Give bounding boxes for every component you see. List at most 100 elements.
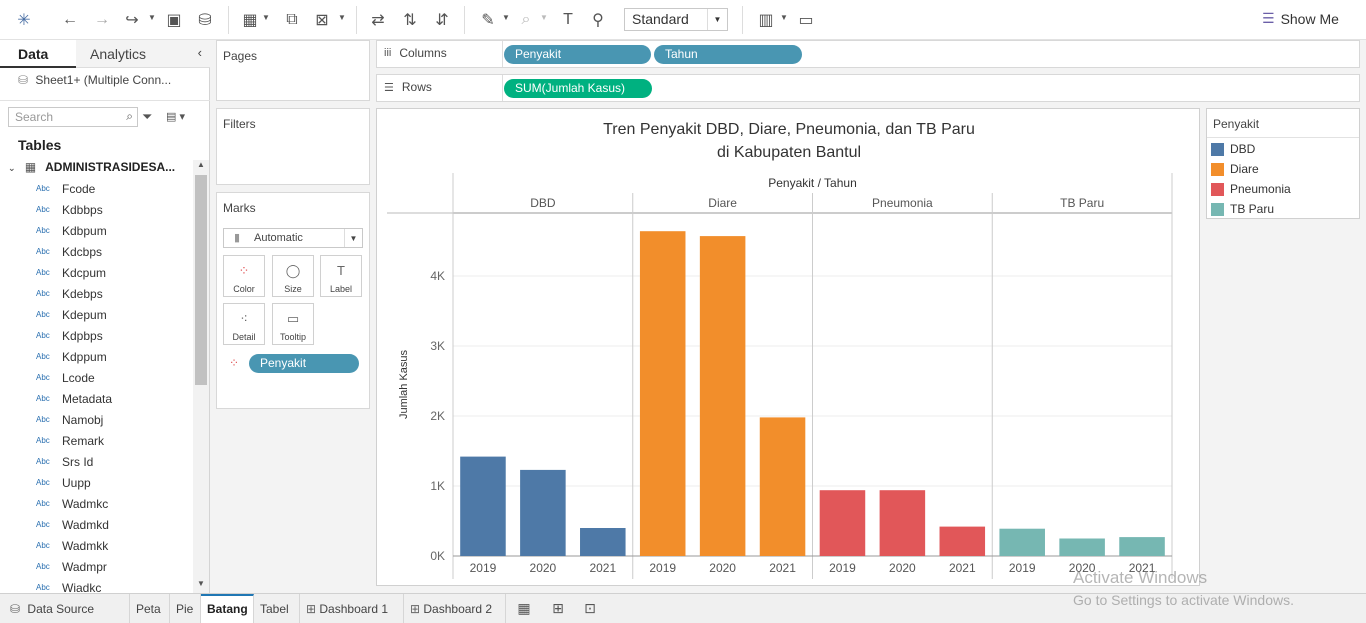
duplicate-sheet-icon[interactable]: ⧉ xyxy=(280,8,304,32)
legend-title: Penyakit xyxy=(1213,117,1260,131)
new-story-tab-icon[interactable]: ⊡ xyxy=(578,596,602,620)
field-item[interactable]: Abc Metadata xyxy=(36,388,112,409)
redo-icon[interactable]: → xyxy=(90,8,114,32)
field-item[interactable]: Abc Kdepum xyxy=(36,304,107,325)
collapse-pane-icon[interactable]: ‹ xyxy=(198,45,202,60)
rows-pill-sum-jumlah-kasus[interactable]: SUM(Jumlah Kasus) xyxy=(504,79,652,98)
connection-item[interactable]: ⛁ Sheet1+ (Multiple Conn... xyxy=(18,73,171,87)
scroll-down-icon[interactable]: ▼ xyxy=(197,579,205,588)
field-item[interactable]: Abc Lcode xyxy=(36,367,95,388)
field-item[interactable]: Abc Remark xyxy=(36,430,104,451)
rows-icon: ☰ xyxy=(384,81,394,94)
pages-card[interactable]: Pages xyxy=(216,40,370,101)
new-worksheet-tab-icon[interactable]: ▦ xyxy=(512,596,536,620)
legend-item[interactable]: TB Paru xyxy=(1211,201,1274,217)
save-icon[interactable]: ▣ xyxy=(162,8,186,32)
sort-ascending-icon[interactable]: ⇅ xyxy=(398,8,422,32)
sheet-tab[interactable]: Tabel xyxy=(254,594,300,623)
chevron-down-icon[interactable]: ▼ xyxy=(540,13,548,22)
filter-icon[interactable]: ⏷ xyxy=(142,109,152,125)
legend-item[interactable]: Diare xyxy=(1211,161,1259,177)
field-item[interactable]: Abc Kdcpum xyxy=(36,262,106,283)
sort-descending-icon[interactable]: ⇵ xyxy=(430,8,454,32)
tooltip-button[interactable]: ▭ Tooltip xyxy=(272,303,314,345)
visualization-area[interactable]: Tren Penyakit DBD, Diare, Pneumonia, dan… xyxy=(376,108,1200,586)
scroll-up-icon[interactable]: ▲ xyxy=(197,160,205,169)
field-item[interactable]: Abc Uupp xyxy=(36,472,91,493)
field-item[interactable]: Abc Kdbpum xyxy=(36,220,107,241)
search-input[interactable]: Search ⌕ xyxy=(8,107,138,127)
field-item[interactable]: Abc Wadmkc xyxy=(36,493,108,514)
show-labels-icon[interactable]: T xyxy=(556,8,580,32)
field-item[interactable]: Abc Wadmkk xyxy=(36,535,108,556)
view-options-icon[interactable]: ▤ ▾ xyxy=(166,110,185,123)
tab-data[interactable]: Data xyxy=(0,40,76,68)
sheet-tab[interactable]: Pie xyxy=(170,594,201,623)
sheet-tab[interactable]: Peta xyxy=(130,594,170,623)
scrollbar-thumb[interactable] xyxy=(195,175,207,385)
chevron-down-icon[interactable]: ▼ xyxy=(148,13,156,22)
tab-analytics[interactable]: Analytics ‹ xyxy=(76,40,210,68)
chevron-down-icon[interactable]: ▼ xyxy=(338,13,346,22)
field-item[interactable]: Abc Fcode xyxy=(36,178,95,199)
pin-icon[interactable]: ⚲ xyxy=(586,8,610,32)
table-item[interactable]: ⌄ ▦ ADMINISTRASIDESA... xyxy=(8,160,175,174)
sheet-tab[interactable]: Batang xyxy=(201,594,254,623)
data-source-tab[interactable]: ⛁ Data Source xyxy=(0,594,130,623)
field-item[interactable]: Abc Kdcbps xyxy=(36,241,102,262)
bar xyxy=(520,469,566,556)
mark-type-select[interactable]: ▮ Automatic ▼ xyxy=(223,228,363,248)
x-tick-label: 2019 xyxy=(649,561,676,575)
bar xyxy=(1059,538,1105,556)
field-item[interactable]: Abc Namobj xyxy=(36,409,103,430)
swap-rows-columns-icon[interactable]: ⇄ xyxy=(366,8,390,32)
chevron-down-icon[interactable]: ▼ xyxy=(502,13,510,22)
chevron-down-icon[interactable]: ▼ xyxy=(262,13,270,22)
show-cards-icon[interactable]: ▥ xyxy=(754,8,778,32)
sheet-tab[interactable]: ⊞ Dashboard 2 xyxy=(404,594,506,623)
replay-icon[interactable]: ↪ xyxy=(120,8,144,32)
legend-swatch xyxy=(1211,202,1224,216)
sheet-tab[interactable]: ⊞ Dashboard 1 xyxy=(300,594,404,623)
field-item[interactable]: Abc Kdppum xyxy=(36,346,107,367)
group-members-icon[interactable]: ⌕ xyxy=(514,8,538,32)
field-item[interactable]: Abc Srs Id xyxy=(36,451,93,472)
clear-sheet-icon[interactable]: ⊠ xyxy=(310,8,334,32)
tableau-logo-icon[interactable]: ✳ xyxy=(12,8,36,32)
color-encoding-icon: ⁘ xyxy=(229,356,240,370)
new-dashboard-tab-icon[interactable]: ⊞ xyxy=(546,596,570,620)
legend-label: TB Paru xyxy=(1230,202,1275,216)
legend-item[interactable]: DBD xyxy=(1211,141,1255,157)
field-item[interactable]: Abc Wadmkd xyxy=(36,514,109,535)
columns-pill-tahun[interactable]: Tahun xyxy=(654,45,802,64)
label-button[interactable]: T Label xyxy=(320,255,362,297)
toolbar-divider xyxy=(464,6,465,34)
shelf-divider xyxy=(502,75,503,101)
field-item[interactable]: Abc Wadmpr xyxy=(36,556,107,577)
x-tick-label: 2021 xyxy=(949,561,976,575)
new-worksheet-icon[interactable]: ▦ xyxy=(238,8,262,32)
legend-item[interactable]: Pneumonia xyxy=(1211,181,1291,197)
add-datasource-icon[interactable]: ⛁ xyxy=(193,8,217,32)
chevron-down-icon[interactable]: ▼ xyxy=(780,13,788,22)
field-item[interactable]: Abc Kdbbps xyxy=(36,199,103,220)
highlight-icon[interactable]: ✎ xyxy=(476,8,500,32)
color-button[interactable]: ⁘ Color xyxy=(223,255,265,297)
fit-select[interactable]: Standard ▼ xyxy=(624,8,728,31)
columns-pill-penyakit[interactable]: Penyakit xyxy=(504,45,651,64)
legend-swatch xyxy=(1211,182,1224,196)
size-button[interactable]: ◯ Size xyxy=(272,255,314,297)
bar xyxy=(819,490,866,556)
show-me-button[interactable]: ☰ Show Me xyxy=(1262,10,1339,27)
bar xyxy=(460,456,506,556)
undo-icon[interactable]: ← xyxy=(58,8,82,32)
field-item[interactable]: Abc Kdebps xyxy=(36,283,103,304)
filters-card[interactable]: Filters xyxy=(216,108,370,185)
presentation-mode-icon[interactable]: ▭ xyxy=(794,8,818,32)
field-item[interactable]: Abc Kdpbps xyxy=(36,325,103,346)
divider xyxy=(0,100,210,101)
group-header: DBD xyxy=(530,196,556,210)
marks-pill-penyakit[interactable]: Penyakit xyxy=(249,354,359,373)
color-legend[interactable]: Penyakit DBD Diare Pneumonia TB Paru xyxy=(1206,108,1360,219)
detail-button[interactable]: ⁖ Detail xyxy=(223,303,265,345)
